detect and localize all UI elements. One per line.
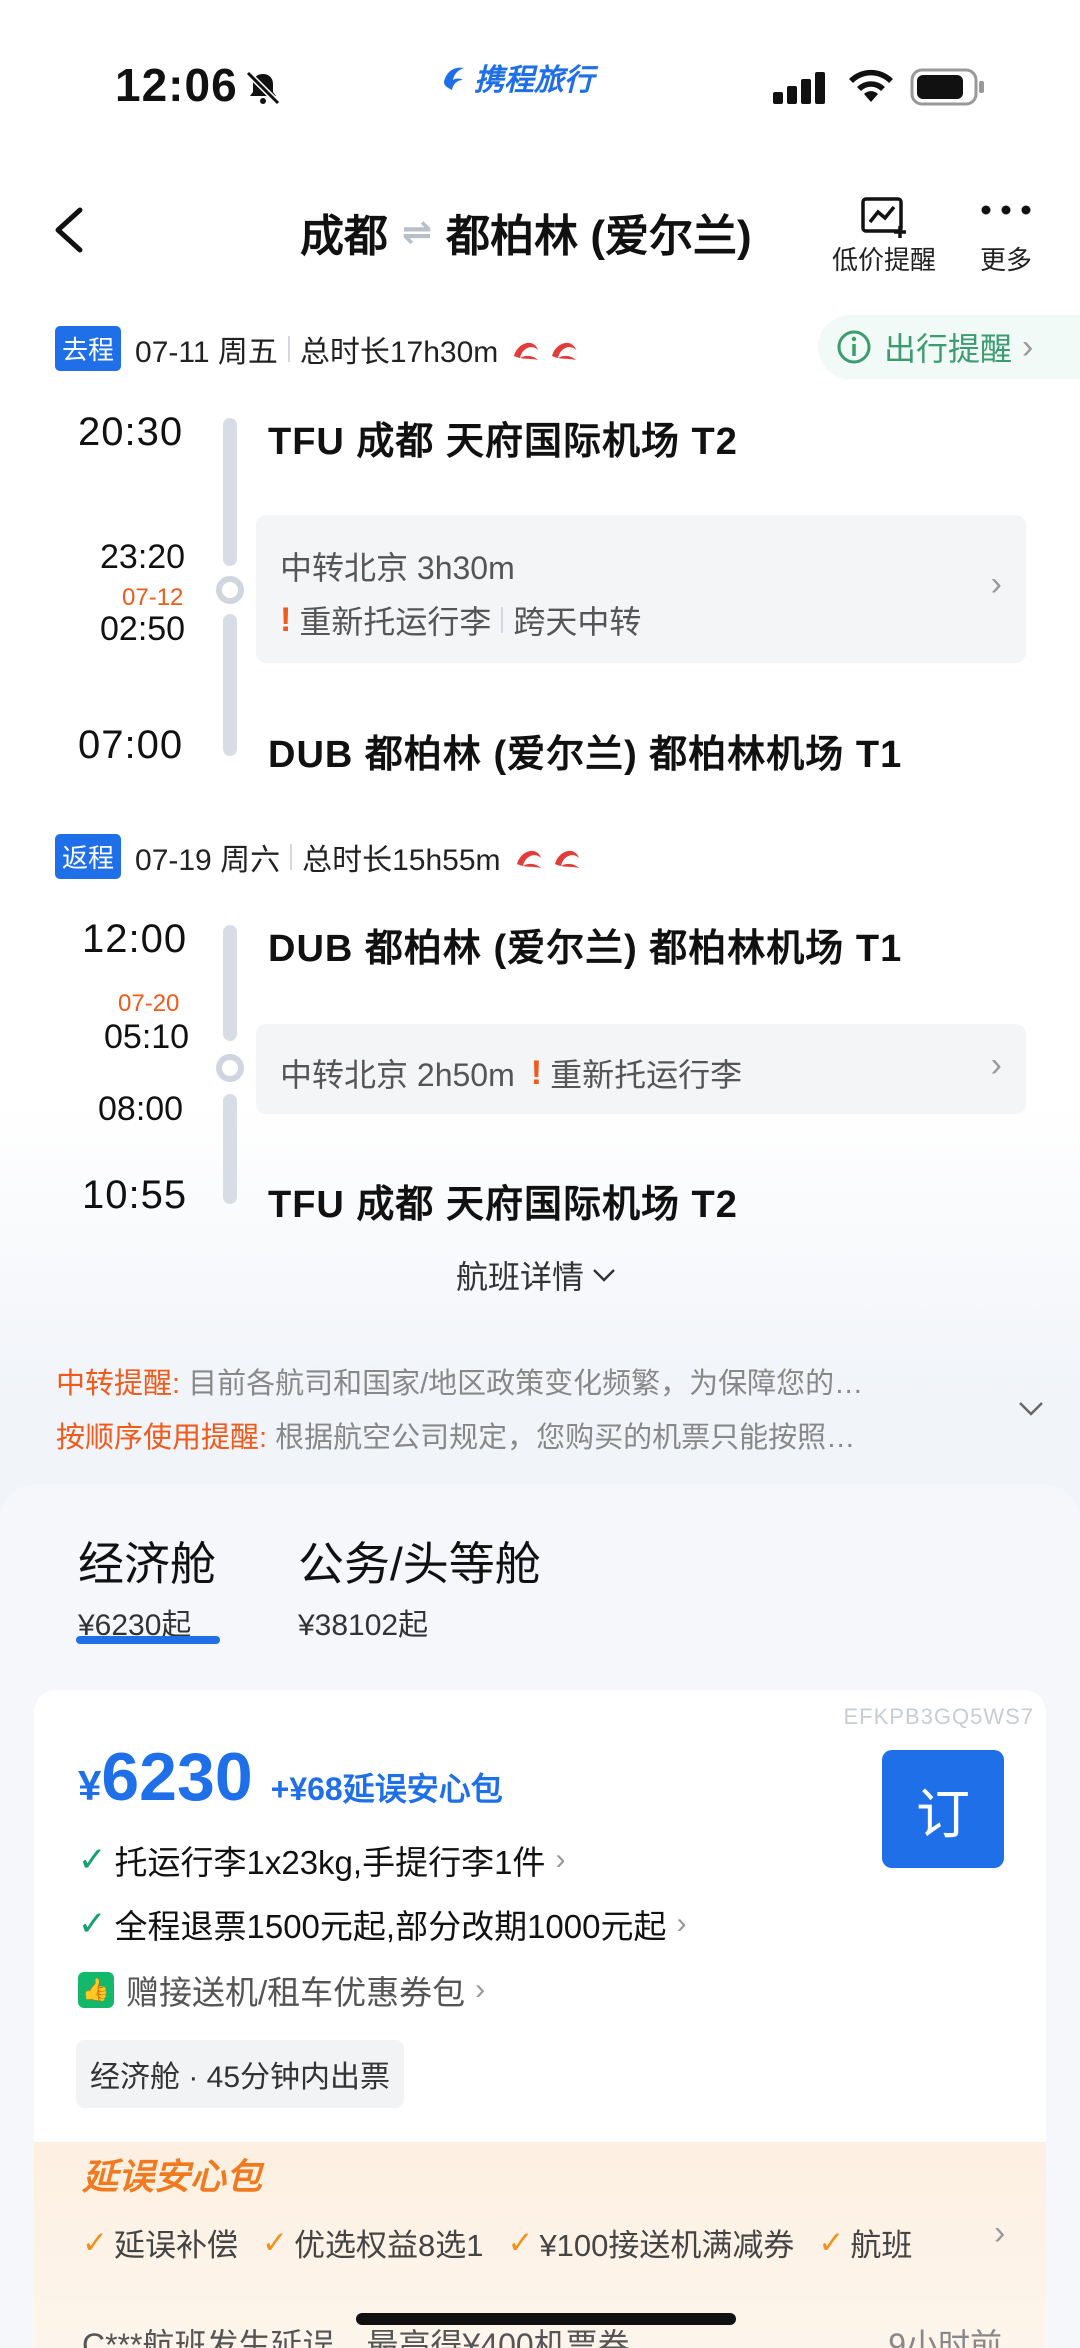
inbound-arrive-airport: TFU 成都 天府国际机场 T2 — [268, 1184, 738, 1226]
tab-economy[interactable]: 经济舱 ¥6230起 — [78, 1528, 216, 1644]
timeline-line — [223, 1094, 237, 1204]
outbound-duration: 总时长17h30m — [299, 335, 499, 369]
airline-logo-icon — [516, 850, 541, 868]
timeline-dot — [216, 1054, 244, 1082]
book-button[interactable]: 订 — [882, 1750, 1004, 1868]
transfer-extra: 跨天中转 — [513, 604, 642, 640]
inbound-duration: 总时长15h55m — [302, 843, 501, 877]
transfer-warning: 重新托运行李 — [550, 1057, 743, 1093]
refund-feature[interactable]: ✓ 全程退票1500元起,部分改期1000元起 › — [78, 1900, 687, 1948]
airline-logo-icon — [552, 342, 577, 360]
outbound-header: 去程 07-11 周五 总时长17h30m — [55, 326, 586, 371]
inbound-transfer-card[interactable]: 中转北京 2h50m ! 重新托运行李 › — [256, 1024, 1026, 1114]
travel-tips-button[interactable]: 出行提醒 › — [818, 315, 1080, 379]
transfer-info: 中转北京 2h50m — [280, 1057, 515, 1093]
timeline-line — [223, 418, 237, 566]
inbound-depart-airport: DUB 都柏林 (爱尔兰) 都柏林机场 T1 — [268, 928, 903, 970]
divider — [290, 843, 293, 870]
airline-logos — [510, 336, 586, 362]
more-button[interactable]: 更多 — [978, 196, 1034, 277]
inbound-transfer-arrive: 05:10 — [104, 1018, 190, 1056]
chevron-down-icon — [593, 1269, 615, 1282]
flight-detail-toggle[interactable]: 航班详情 — [456, 1252, 618, 1298]
info-icon — [837, 330, 871, 364]
inbound-transfer-date: 07-20 — [118, 990, 180, 1017]
back-icon[interactable] — [50, 205, 90, 255]
outbound-arrive-airport: DUB 都柏林 (爱尔兰) 都柏林机场 T1 — [268, 734, 903, 776]
outbound-depart-time: 20:30 — [78, 410, 184, 454]
check-icon: ✓ — [261, 2224, 288, 2260]
check-icon: ✓ — [507, 2224, 534, 2260]
app-logo: 携程旅行 — [440, 55, 594, 99]
check-icon: ✓ — [78, 1905, 107, 1943]
tab-underline — [76, 1636, 220, 1644]
fare-price: ¥ 6230 +¥68延误安心包 — [78, 1739, 503, 1815]
chevron-right-icon[interactable]: › — [994, 2214, 1005, 2253]
inbound-header: 返程 07-19 周六 总时长15h55m — [55, 834, 589, 879]
outbound-transfer-card[interactable]: 中转北京 3h30m ! 重新托运行李 跨天中转 › — [256, 515, 1026, 663]
divider — [501, 607, 504, 633]
airline-logo-icon — [554, 850, 579, 868]
delay-note-time: 9小时前 — [888, 2327, 1002, 2348]
signal-icon — [773, 72, 825, 104]
round-trip-icon: ⇌ — [402, 211, 433, 252]
check-icon: ✓ — [78, 1841, 107, 1879]
cabin-badge: 经济舱 · 45分钟内出票 — [76, 2040, 405, 2108]
fare-code: EFKPB3GQ5WS7 — [843, 1704, 1034, 1729]
tab-business-first[interactable]: 公务/头等舱 ¥38102起 — [298, 1528, 541, 1644]
chevron-right-icon: › — [555, 1843, 566, 1876]
chevron-right-icon: › — [990, 1046, 1002, 1084]
price-alert-button[interactable]: 低价提醒 — [832, 196, 936, 277]
divider — [287, 335, 290, 362]
chevron-right-icon: › — [475, 1973, 486, 2006]
destination-city: 都柏林 (爱尔兰) — [446, 212, 752, 261]
fare-card[interactable]: EFKPB3GQ5WS7 ¥ 6230 +¥68延误安心包 订 ✓ 托运行李1x… — [34, 1690, 1046, 2348]
airline-logos — [513, 844, 589, 870]
price-chart-icon — [861, 197, 906, 238]
check-icon: ✓ — [818, 2224, 845, 2260]
inbound-date: 07-19 周六 — [135, 843, 281, 877]
wifi-icon — [849, 69, 893, 102]
chevron-right-icon: › — [990, 565, 1002, 603]
chevron-right-icon: › — [676, 1907, 687, 1940]
status-time: 12:06 — [115, 59, 238, 111]
outbound-transfer-depart: 02:50 — [100, 610, 186, 648]
baggage-feature[interactable]: ✓ 托运行李1x23kg,手提行李1件 › — [78, 1836, 565, 1884]
origin-city: 成都 — [300, 212, 388, 261]
airline-logo-icon — [514, 342, 539, 360]
gift-feature[interactable]: 👍 赠接送机/租车优惠券包 › — [78, 1966, 485, 2014]
delay-package-items: ✓ 延误补偿 ✓ 优选权益8选1 ✓ ¥100接送机满减券 ✓ 航班 — [82, 2224, 913, 2264]
transfer-info: 中转北京 3h30m — [280, 550, 515, 586]
chevron-down-icon[interactable] — [1016, 1398, 1046, 1420]
outbound-transfer-arrive: 23:20 — [100, 538, 186, 576]
outbound-transfer-date: 07-12 — [122, 584, 184, 611]
warning-icon: ! — [530, 1053, 543, 1092]
outbound-date: 07-11 周五 — [135, 335, 278, 369]
outbound-tag: 去程 — [55, 326, 122, 371]
inbound-depart-time: 12:00 — [82, 917, 188, 961]
dolphin-icon — [444, 67, 464, 90]
transfer-warning: 重新托运行李 — [299, 604, 492, 640]
home-indicator[interactable] — [356, 2313, 736, 2325]
timeline-dot — [216, 576, 244, 604]
timeline-line — [223, 925, 237, 1041]
sequence-reminder[interactable]: 按顺序使用提醒: 根据航空公司规定，您购买的机票只能按照… — [56, 1414, 855, 1456]
more-icon — [981, 205, 1031, 215]
inbound-tag: 返程 — [55, 834, 122, 879]
delay-addon[interactable]: +¥68延误安心包 — [271, 1764, 503, 1810]
battery-icon — [910, 68, 984, 106]
check-icon: ✓ — [82, 2224, 108, 2260]
warning-icon: ! — [280, 600, 292, 639]
timeline-line — [223, 614, 237, 756]
route-title: 成都 ⇌ 都柏林 (爱尔兰) — [300, 200, 752, 264]
delay-package-title: 延误安心包 — [82, 2156, 263, 2197]
gift-icon: 👍 — [78, 1972, 114, 2008]
transfer-reminder[interactable]: 中转提醒: 目前各航司和国家/地区政策变化频繁，为保障您的… — [56, 1360, 863, 1402]
inbound-arrive-time: 10:55 — [82, 1173, 188, 1217]
chevron-right-icon: › — [1022, 327, 1034, 366]
inbound-transfer-depart: 08:00 — [98, 1090, 184, 1128]
outbound-arrive-time: 07:00 — [78, 723, 184, 767]
bell-muted-icon — [245, 70, 281, 106]
outbound-depart-airport: TFU 成都 天府国际机场 T2 — [268, 421, 738, 463]
